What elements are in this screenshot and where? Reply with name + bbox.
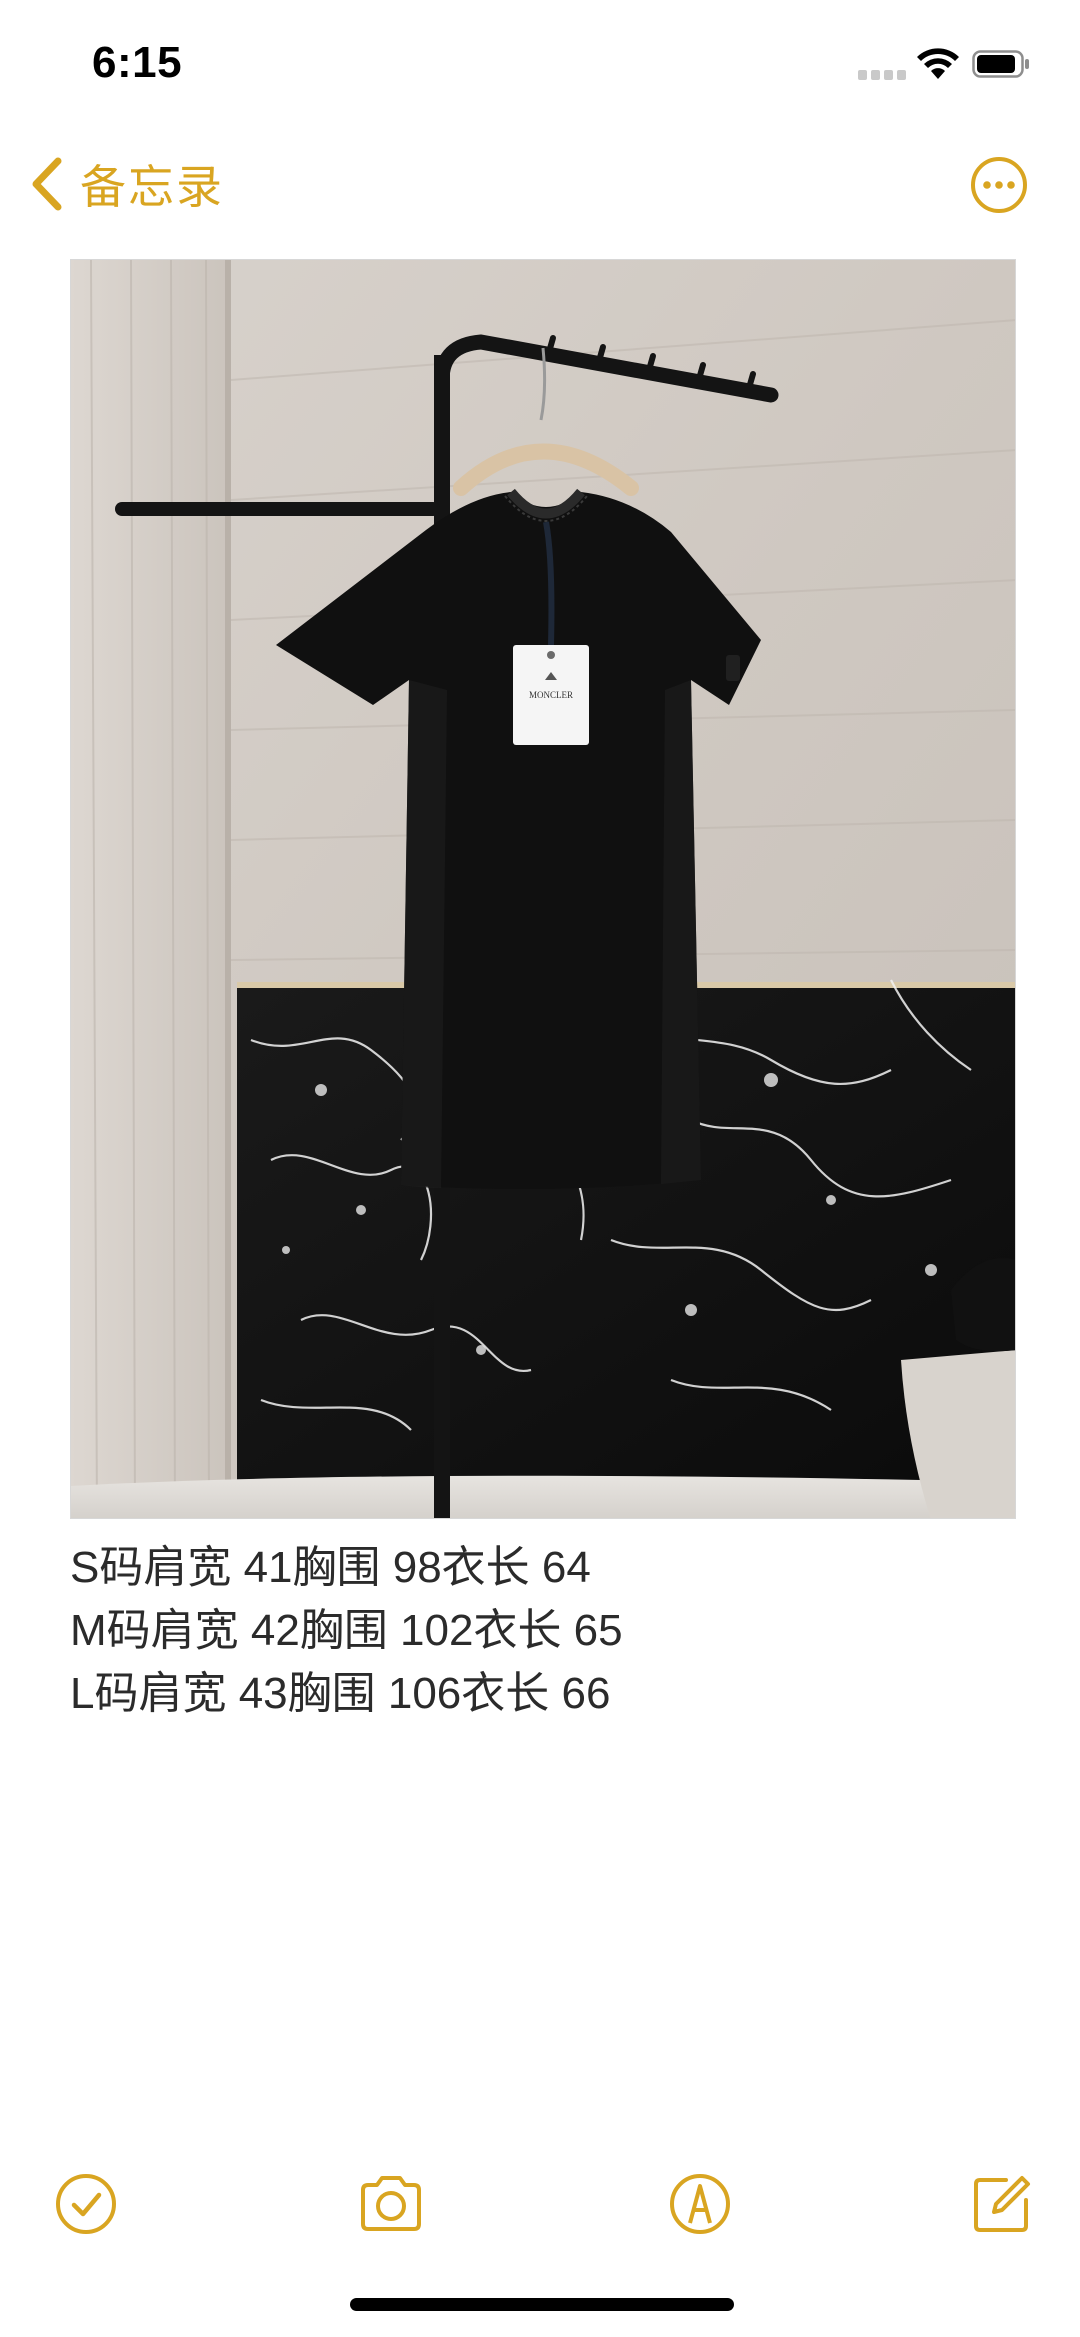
note-line-size-l: L码肩宽 43胸围 106衣长 66 xyxy=(70,1669,611,1718)
tag-brand-text: MONCLER xyxy=(529,690,573,700)
cellular-signal-icon xyxy=(858,68,906,80)
tshirt-photo: MONCLER xyxy=(71,260,1015,1518)
ellipsis-circle-icon[interactable] xyxy=(970,156,1028,214)
note-photo-attachment[interactable]: MONCLER xyxy=(70,259,1016,1519)
navigation-bar: 备忘录 xyxy=(0,140,1080,230)
checklist-icon[interactable] xyxy=(50,2168,122,2240)
chevron-left-icon xyxy=(32,157,62,211)
status-bar: 6:15 xyxy=(0,0,1080,120)
compose-icon[interactable] xyxy=(966,2168,1038,2240)
note-line-size-s: S码肩宽 41胸围 98衣长 64 xyxy=(70,1543,591,1592)
battery-icon xyxy=(972,50,1029,78)
camera-icon[interactable] xyxy=(355,2168,427,2240)
back-button[interactable]: 备忘录 xyxy=(30,154,224,214)
wifi-icon xyxy=(917,48,959,79)
status-time: 6:15 xyxy=(92,38,183,87)
markup-pen-icon[interactable] xyxy=(664,2168,736,2240)
back-label: 备忘录 xyxy=(80,161,224,213)
note-line-size-m: M码肩宽 42胸围 102衣长 65 xyxy=(70,1606,623,1655)
note-body[interactable]: S码肩宽 41胸围 98衣长 64 M码肩宽 42胸围 102衣长 65 L码肩… xyxy=(70,1536,1010,1725)
home-indicator[interactable] xyxy=(350,2298,734,2311)
